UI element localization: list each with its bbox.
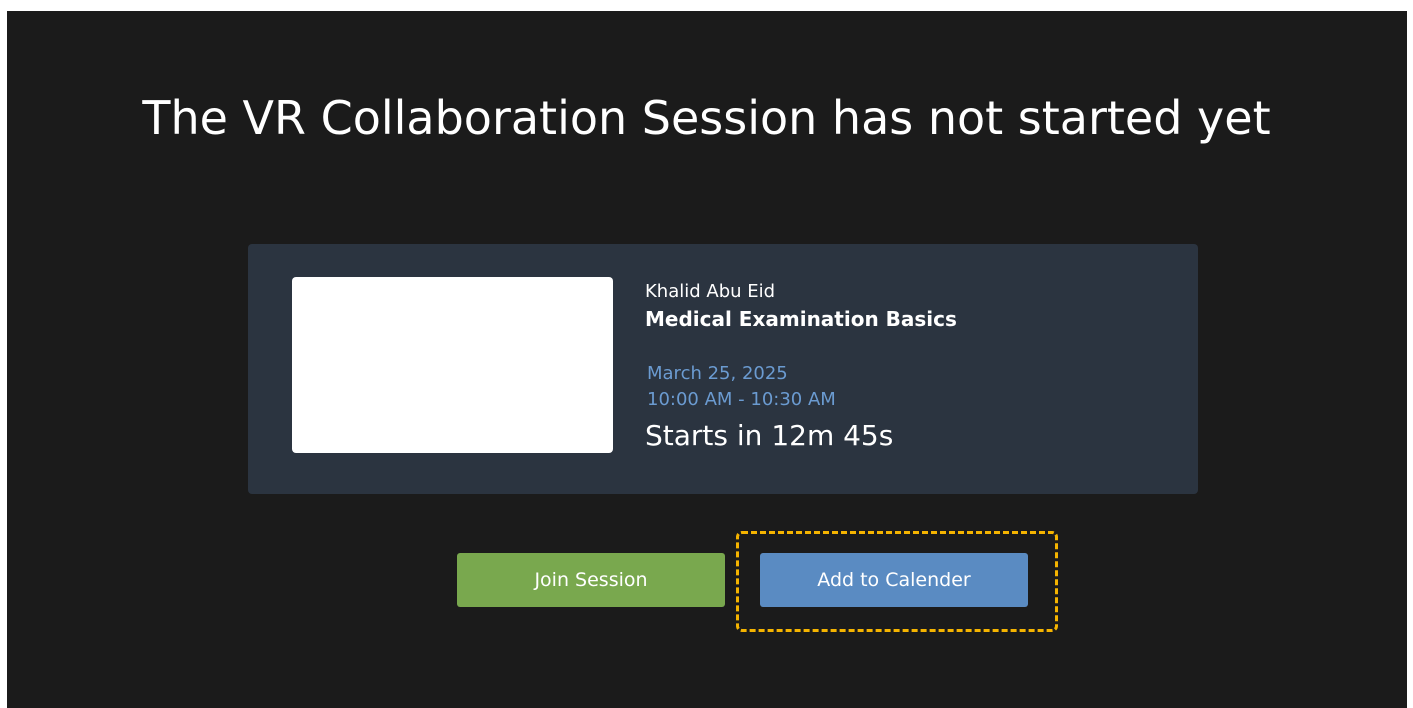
session-time: 10:00 AM - 10:30 AM — [647, 389, 836, 410]
course-title: Medical Examination Basics — [645, 307, 957, 331]
session-card: Khalid Abu Eid Medical Examination Basic… — [248, 244, 1198, 494]
session-date: March 25, 2025 — [647, 363, 788, 384]
page-title: The VR Collaboration Session has not sta… — [142, 91, 1271, 145]
countdown-timer: Starts in 12m 45s — [645, 419, 894, 452]
add-to-calendar-button[interactable]: Add to Calender — [760, 553, 1028, 607]
host-name: Khalid Abu Eid — [645, 281, 776, 302]
join-session-button[interactable]: Join Session — [457, 553, 725, 607]
session-thumbnail — [292, 277, 613, 453]
